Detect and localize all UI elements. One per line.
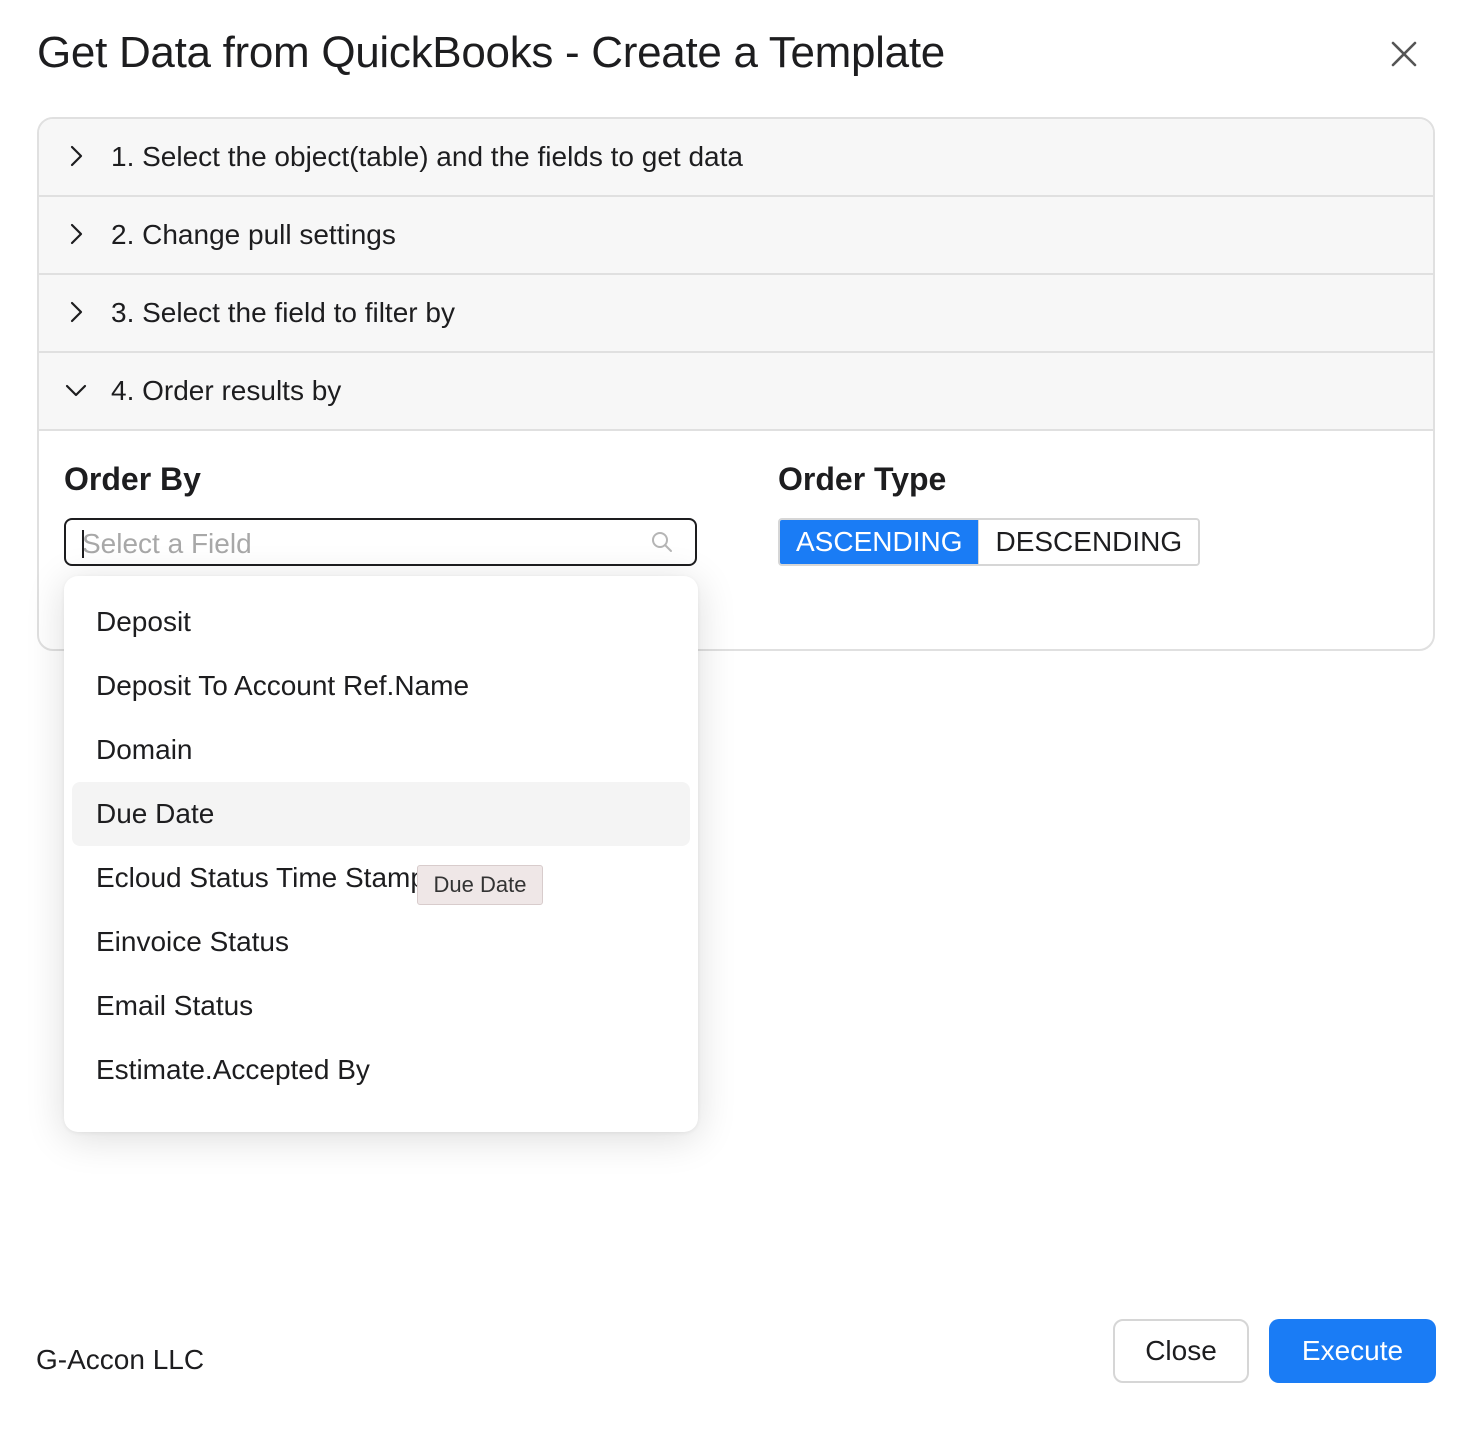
dropdown-item[interactable]: Domain [72,718,690,782]
chevron-right-icon [70,145,83,167]
company-name: G-Accon LLC [36,1344,205,1375]
chevron-down-icon [65,384,87,397]
order-type-label: Order Type [778,461,947,497]
descending-button[interactable]: DESCENDING [978,520,1199,564]
search-icon [652,532,672,552]
chevron-right-icon [70,301,83,323]
chevron-right-icon [70,223,83,245]
accordion-section-select-object[interactable]: 1. Select the object(table) and the fiel… [39,119,1433,197]
field-dropdown-list: Deposit Deposit To Account Ref.Name Doma… [64,576,698,1132]
dropdown-item[interactable]: Deposit [72,590,690,654]
ascending-button[interactable]: ASCENDING [780,520,979,564]
order-type-toggle: ASCENDING DESCENDING [778,518,1201,566]
dialog-title: Get Data from QuickBooks - Create a Temp… [37,28,945,77]
dropdown-item[interactable]: Ecloud Status Time Stamp [72,846,690,910]
text-cursor [82,530,84,558]
close-button[interactable]: Close [1113,1319,1249,1383]
dropdown-item[interactable]: Deposit To Account Ref.Name [72,654,690,718]
dropdown-item[interactable]: Email Status [72,974,690,1038]
accordion-section-label: 4. Order results by [111,375,342,406]
dropdown-item-hovered[interactable]: Due Date [72,782,690,846]
field-select-input[interactable]: Select a Field [64,518,697,566]
accordion-section-filter[interactable]: 3. Select the field to filter by [39,275,1433,353]
accordion-section-label: 1. Select the object(table) and the fiel… [111,141,743,172]
dropdown-item[interactable]: Einvoice Status [72,910,690,974]
dropdown-item[interactable]: Estimate.Accepted By [72,1038,690,1102]
execute-button[interactable]: Execute [1269,1319,1436,1383]
close-icon[interactable] [1388,38,1420,70]
order-by-label: Order By [64,461,201,497]
accordion-section-order[interactable]: 4. Order results by [39,353,1433,431]
accordion: 1. Select the object(table) and the fiel… [37,117,1435,651]
accordion-section-label: 2. Change pull settings [111,219,396,250]
accordion-section-pull-settings[interactable]: 2. Change pull settings [39,197,1433,275]
tooltip: Due Date [417,865,543,905]
accordion-section-label: 3. Select the field to filter by [111,297,455,328]
field-select-placeholder: Select a Field [82,528,252,559]
